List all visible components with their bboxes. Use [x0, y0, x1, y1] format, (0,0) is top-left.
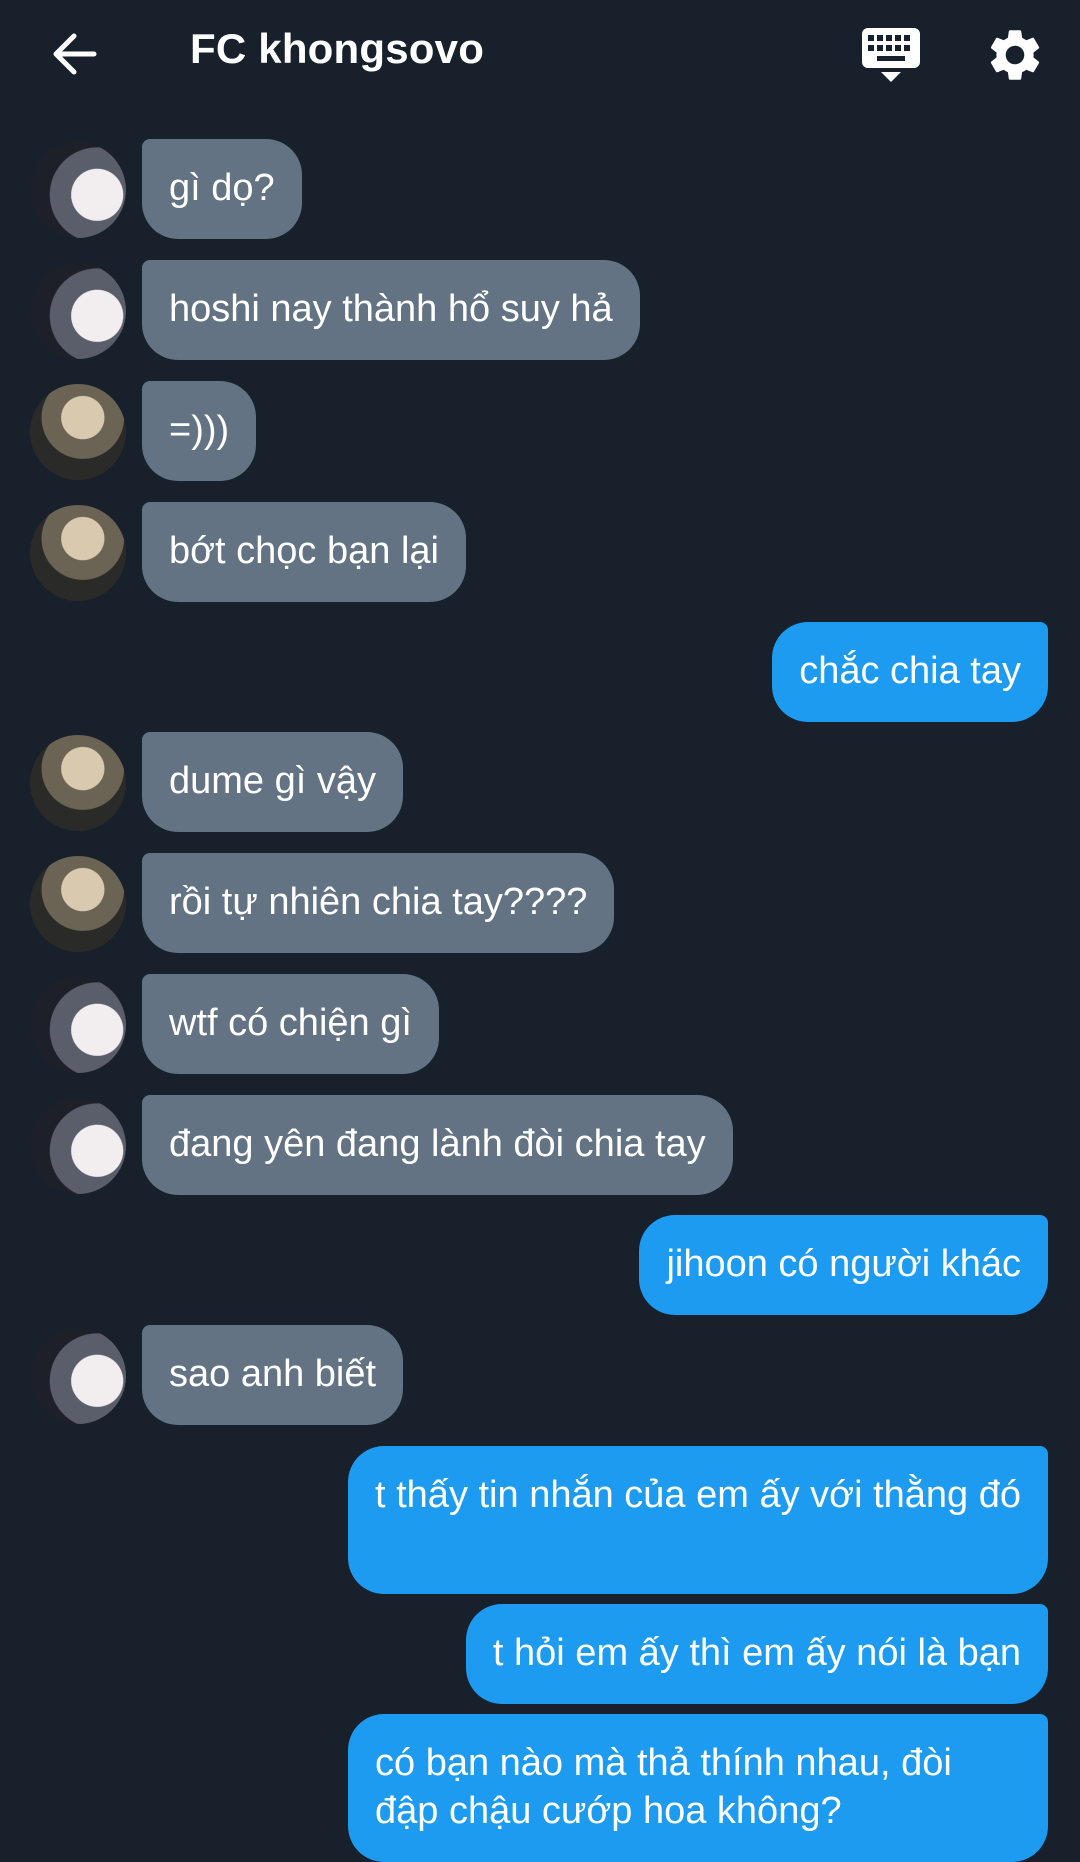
- avatar[interactable]: [30, 263, 126, 359]
- incoming-message: rồi tự nhiên chia tay????: [142, 853, 615, 953]
- avatar[interactable]: [30, 1328, 126, 1424]
- incoming-message: gì dọ?: [142, 139, 302, 239]
- gear-icon: [990, 30, 1040, 80]
- outgoing-message: t thấy tin nhắn của em ấy với thằng đó: [348, 1446, 1048, 1594]
- avatar[interactable]: [30, 384, 126, 480]
- incoming-message: hoshi nay thành hổ suy hả: [142, 260, 640, 360]
- incoming-message: sao anh biết: [142, 1325, 404, 1425]
- keyboard-icon: [862, 28, 920, 82]
- arrow-left-icon: [53, 33, 97, 75]
- avatar[interactable]: [30, 505, 126, 601]
- keyboard-button[interactable]: [858, 26, 924, 84]
- avatar[interactable]: [30, 142, 126, 238]
- incoming-message: wtf có chiện gì: [142, 974, 439, 1074]
- avatar[interactable]: [30, 1098, 126, 1194]
- outgoing-message: chắc chia tay: [772, 622, 1048, 722]
- avatar[interactable]: [30, 856, 126, 952]
- avatar[interactable]: [30, 977, 126, 1073]
- outgoing-message: có bạn nào mà thả thính nhau, đòi đập ch…: [348, 1714, 1048, 1862]
- outgoing-message: t hỏi em ấy thì em ấy nói là bạn: [465, 1604, 1048, 1704]
- settings-button[interactable]: [984, 24, 1046, 86]
- outgoing-message: jihoon có người khác: [639, 1215, 1048, 1315]
- incoming-message: dume gì vậy: [142, 732, 403, 832]
- back-button[interactable]: [44, 26, 104, 82]
- incoming-message: đang yên đang lành đòi chia tay: [142, 1095, 733, 1195]
- chat-header: FC khongsovo: [0, 0, 1080, 106]
- incoming-message: bớt chọc bạn lại: [142, 502, 466, 602]
- avatar[interactable]: [30, 735, 126, 831]
- incoming-message: =))): [142, 381, 257, 481]
- chat-title: FC khongsovo: [190, 25, 485, 72]
